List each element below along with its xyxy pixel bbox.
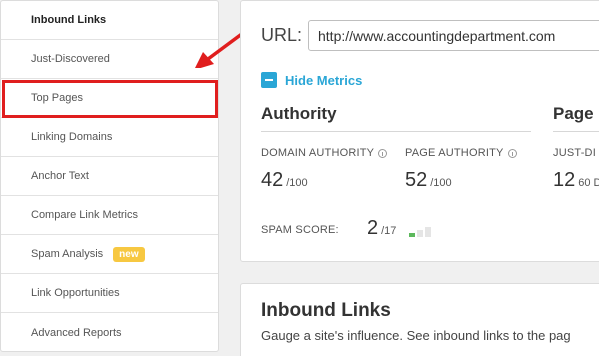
url-label: URL: (261, 25, 303, 45)
sidebar-item-label: Top Pages (31, 92, 83, 104)
page-authority-number: 52 (405, 169, 428, 191)
spam-bar (417, 230, 423, 237)
sidebar-item-label: Inbound Links (31, 14, 107, 26)
page-authority-label-text: PAGE AUTHORITY (405, 147, 504, 159)
url-input[interactable] (308, 20, 599, 51)
sidebar-item-label: Just-Discovered (31, 53, 110, 65)
page-heading: Page (553, 104, 594, 123)
sidebar-item-linking-domains[interactable]: Linking Domains (1, 118, 218, 157)
sidebar-item-label: Linking Domains (31, 131, 113, 143)
spam-score-label: SPAM SCORE: (261, 224, 339, 236)
divider (261, 131, 531, 132)
sidebar-item-link-opportunities[interactable]: Link Opportunities (1, 274, 218, 313)
collapse-icon (261, 72, 277, 88)
spam-score-meter (409, 227, 431, 237)
sidebar-item-label: Link Opportunities (31, 287, 120, 299)
sidebar-item-label: Spam Analysis (31, 248, 104, 260)
sidebar-nav: Inbound Links Just-Discovered Top Pages … (0, 0, 219, 352)
sidebar-item-spam-analysis[interactable]: Spam Analysis new (1, 235, 218, 274)
page-authority-max: /100 (430, 177, 452, 189)
spam-score-label-text: SPAM SCORE: (261, 224, 339, 236)
spam-score-max: /17 (381, 225, 397, 237)
just-discovered-unit: 60 D (578, 177, 599, 189)
authority-heading: Authority (261, 104, 337, 123)
domain-authority-label: DOMAIN AUTHORITY (261, 147, 388, 159)
spam-score-number: 2 (367, 217, 379, 239)
new-badge: new (113, 246, 145, 262)
sidebar-item-label: Advanced Reports (31, 326, 122, 339)
sidebar-item-just-discovered[interactable]: Just-Discovered (1, 40, 218, 79)
domain-authority-value: 42/100 (261, 169, 308, 192)
spam-bar (409, 233, 415, 237)
page-authority-label: PAGE AUTHORITY (405, 147, 517, 159)
sidebar-item-anchor-text[interactable]: Anchor Text (1, 157, 218, 196)
page-authority-value: 52/100 (405, 169, 452, 192)
sidebar-item-compare-link-metrics[interactable]: Compare Link Metrics (1, 196, 218, 235)
info-icon[interactable] (378, 148, 388, 158)
divider (553, 131, 599, 132)
spam-bar (425, 227, 431, 237)
sidebar-item-label: Compare Link Metrics (31, 209, 138, 221)
spam-score-value: 2/17 (367, 217, 396, 240)
domain-authority-max: /100 (286, 177, 308, 189)
just-discovered-label: JUST-DI (553, 147, 596, 159)
info-icon[interactable] (507, 148, 517, 158)
metrics-panel: URL: Hide Metrics Authority Page DOMAIN … (240, 0, 599, 262)
domain-authority-label-text: DOMAIN AUTHORITY (261, 147, 375, 159)
sidebar-item-inbound-links[interactable]: Inbound Links (1, 1, 218, 40)
inbound-links-panel: Inbound Links Gauge a site's influence. … (240, 283, 599, 356)
sidebar-item-advanced-reports[interactable]: Advanced Reports (1, 313, 218, 352)
domain-authority-number: 42 (261, 169, 284, 191)
sidebar-item-label: Anchor Text (31, 170, 89, 182)
inbound-links-heading: Inbound Links (261, 300, 391, 321)
hide-metrics-label: Hide Metrics (285, 72, 363, 88)
just-discovered-number: 12 (553, 169, 576, 191)
just-discovered-label-text: JUST-DI (553, 147, 596, 159)
just-discovered-value: 12 60 D (553, 169, 599, 192)
inbound-links-description: Gauge a site's influence. See inbound li… (261, 328, 571, 343)
hide-metrics-toggle[interactable]: Hide Metrics (261, 72, 362, 88)
sidebar-item-top-pages[interactable]: Top Pages (1, 79, 218, 118)
